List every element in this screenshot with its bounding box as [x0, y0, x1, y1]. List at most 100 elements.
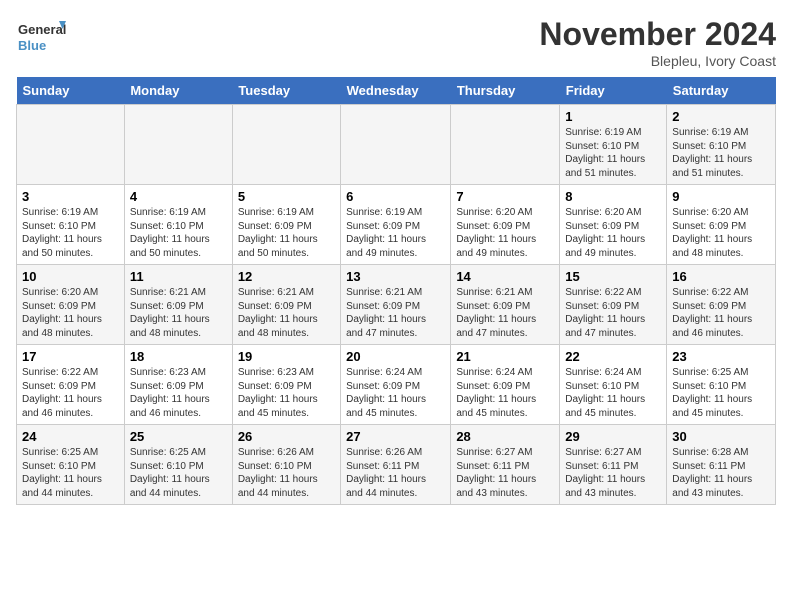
- calendar-cell: 19Sunrise: 6:23 AMSunset: 6:09 PMDayligh…: [232, 345, 340, 425]
- calendar-cell: 24 Sunrise: 6:25 AMSunset: 6:10 PMDayligh…: [17, 425, 125, 505]
- day-info: Sunrise: 6:21 AMSunset: 6:09 PMDaylight:…: [346, 286, 445, 340]
- page-subtitle: Blepleu, Ivory Coast: [539, 53, 776, 69]
- day-number: 7: [456, 189, 554, 204]
- day-number: 23: [672, 349, 770, 364]
- calendar-cell: 25 Sunrise: 6:25 AMSunset: 6:10 PMDayligh…: [124, 425, 232, 505]
- calendar-cell: [232, 105, 340, 185]
- calendar-cell: [341, 105, 451, 185]
- day-info: Sunrise: 6:19 AMSunset: 6:09 PMDaylight:…: [238, 206, 335, 260]
- day-number: 22: [565, 349, 661, 364]
- day-info: Sunrise: 6:20 AMSunset: 6:09 PMDaylight:…: [672, 206, 770, 260]
- day-info: Sunrise: 6:23 AMSunset: 6:09 PMDaylight:…: [130, 366, 227, 420]
- day-number: 29: [565, 429, 661, 444]
- header: General Blue November 2024 Blepleu, Ivor…: [16, 16, 776, 69]
- logo-svg: General Blue: [16, 16, 66, 61]
- day-number: 11: [130, 269, 227, 284]
- calendar-week-4: 17Sunrise: 6:22 AMSunset: 6:09 PMDayligh…: [17, 345, 776, 425]
- calendar-cell: 6Sunrise: 6:19 AMSunset: 6:09 PMDaylight…: [341, 185, 451, 265]
- day-number: 26: [238, 429, 335, 444]
- calendar-cell: 1 Sunrise: 6:19 AMSunset: 6:10 PMDaylight…: [560, 105, 667, 185]
- calendar-week-5: 24 Sunrise: 6:25 AMSunset: 6:10 PMDayligh…: [17, 425, 776, 505]
- day-info: Sunrise: 6:27 AMSunset: 6:11 PMDaylight:…: [456, 446, 554, 500]
- day-number: 21: [456, 349, 554, 364]
- header-saturday: Saturday: [667, 77, 776, 105]
- calendar-cell: 4 Sunrise: 6:19 AMSunset: 6:10 PMDaylight…: [124, 185, 232, 265]
- calendar-cell: 2 Sunrise: 6:19 AMSunset: 6:10 PMDaylight…: [667, 105, 776, 185]
- calendar-cell: 11 Sunrise: 6:21 AMSunset: 6:09 PMDayligh…: [124, 265, 232, 345]
- calendar-header-row: SundayMondayTuesdayWednesdayThursdayFrid…: [17, 77, 776, 105]
- day-number: 3: [22, 189, 119, 204]
- day-info: Sunrise: 6:24 AMSunset: 6:10 PMDaylight:…: [565, 366, 661, 420]
- day-info: Sunrise: 6:19 AMSunset: 6:10 PMDaylight:…: [130, 206, 227, 260]
- day-info: Sunrise: 6:20 AMSunset: 6:09 PMDaylight:…: [565, 206, 661, 260]
- day-info: Sunrise: 6:22 AMSunset: 6:09 PMDaylight:…: [672, 286, 770, 340]
- day-number: 14: [456, 269, 554, 284]
- day-info: Sunrise: 6:23 AMSunset: 6:09 PMDaylight:…: [238, 366, 335, 420]
- calendar-cell: 3 Sunrise: 6:19 AMSunset: 6:10 PMDaylight…: [17, 185, 125, 265]
- day-info: Sunrise: 6:22 AMSunset: 6:09 PMDaylight:…: [565, 286, 661, 340]
- day-number: 13: [346, 269, 445, 284]
- page-title: November 2024: [539, 16, 776, 53]
- day-number: 4: [130, 189, 227, 204]
- calendar-cell: 10 Sunrise: 6:20 AMSunset: 6:09 PMDayligh…: [17, 265, 125, 345]
- day-info: Sunrise: 6:20 AMSunset: 6:09 PMDaylight:…: [22, 286, 119, 340]
- day-number: 20: [346, 349, 445, 364]
- calendar-cell: 22 Sunrise: 6:24 AMSunset: 6:10 PMDayligh…: [560, 345, 667, 425]
- day-info: Sunrise: 6:19 AMSunset: 6:10 PMDaylight:…: [672, 126, 770, 180]
- calendar-cell: 28Sunrise: 6:27 AMSunset: 6:11 PMDayligh…: [451, 425, 560, 505]
- svg-text:Blue: Blue: [18, 38, 46, 53]
- day-number: 15: [565, 269, 661, 284]
- header-sunday: Sunday: [17, 77, 125, 105]
- day-info: Sunrise: 6:26 AMSunset: 6:10 PMDaylight:…: [238, 446, 335, 500]
- day-info: Sunrise: 6:25 AMSunset: 6:10 PMDaylight:…: [672, 366, 770, 420]
- day-info: Sunrise: 6:19 AMSunset: 6:10 PMDaylight:…: [565, 126, 661, 180]
- calendar-cell: 26 Sunrise: 6:26 AMSunset: 6:10 PMDayligh…: [232, 425, 340, 505]
- day-number: 25: [130, 429, 227, 444]
- day-info: Sunrise: 6:25 AMSunset: 6:10 PMDaylight:…: [130, 446, 227, 500]
- day-info: Sunrise: 6:19 AMSunset: 6:10 PMDaylight:…: [22, 206, 119, 260]
- svg-text:General: General: [18, 22, 66, 37]
- calendar-cell: 18 Sunrise: 6:23 AMSunset: 6:09 PMDayligh…: [124, 345, 232, 425]
- day-number: 18: [130, 349, 227, 364]
- calendar-cell: 13 Sunrise: 6:21 AMSunset: 6:09 PMDayligh…: [341, 265, 451, 345]
- header-friday: Friday: [560, 77, 667, 105]
- day-number: 5: [238, 189, 335, 204]
- calendar-cell: 9Sunrise: 6:20 AMSunset: 6:09 PMDaylight…: [667, 185, 776, 265]
- day-info: Sunrise: 6:19 AMSunset: 6:09 PMDaylight:…: [346, 206, 445, 260]
- calendar-week-2: 3 Sunrise: 6:19 AMSunset: 6:10 PMDaylight…: [17, 185, 776, 265]
- logo: General Blue: [16, 16, 66, 61]
- calendar-cell: 20 Sunrise: 6:24 AMSunset: 6:09 PMDayligh…: [341, 345, 451, 425]
- calendar-cell: 29 Sunrise: 6:27 AMSunset: 6:11 PMDayligh…: [560, 425, 667, 505]
- title-block: November 2024 Blepleu, Ivory Coast: [539, 16, 776, 69]
- day-info: Sunrise: 6:24 AMSunset: 6:09 PMDaylight:…: [456, 366, 554, 420]
- day-number: 16: [672, 269, 770, 284]
- calendar-cell: 14 Sunrise: 6:21 AMSunset: 6:09 PMDayligh…: [451, 265, 560, 345]
- day-number: 10: [22, 269, 119, 284]
- day-number: 24: [22, 429, 119, 444]
- day-number: 30: [672, 429, 770, 444]
- calendar-cell: [451, 105, 560, 185]
- calendar-table: SundayMondayTuesdayWednesdayThursdayFrid…: [16, 77, 776, 505]
- day-number: 2: [672, 109, 770, 124]
- calendar-cell: 8Sunrise: 6:20 AMSunset: 6:09 PMDaylight…: [560, 185, 667, 265]
- calendar-cell: 5 Sunrise: 6:19 AMSunset: 6:09 PMDaylight…: [232, 185, 340, 265]
- calendar-week-1: 1 Sunrise: 6:19 AMSunset: 6:10 PMDaylight…: [17, 105, 776, 185]
- header-tuesday: Tuesday: [232, 77, 340, 105]
- day-info: Sunrise: 6:25 AMSunset: 6:10 PMDaylight:…: [22, 446, 119, 500]
- calendar-cell: 23 Sunrise: 6:25 AMSunset: 6:10 PMDayligh…: [667, 345, 776, 425]
- day-info: Sunrise: 6:24 AMSunset: 6:09 PMDaylight:…: [346, 366, 445, 420]
- day-info: Sunrise: 6:26 AMSunset: 6:11 PMDaylight:…: [346, 446, 445, 500]
- day-info: Sunrise: 6:21 AMSunset: 6:09 PMDaylight:…: [238, 286, 335, 340]
- day-info: Sunrise: 6:20 AMSunset: 6:09 PMDaylight:…: [456, 206, 554, 260]
- day-info: Sunrise: 6:27 AMSunset: 6:11 PMDaylight:…: [565, 446, 661, 500]
- calendar-cell: 21 Sunrise: 6:24 AMSunset: 6:09 PMDayligh…: [451, 345, 560, 425]
- calendar-cell: [17, 105, 125, 185]
- day-info: Sunrise: 6:21 AMSunset: 6:09 PMDaylight:…: [456, 286, 554, 340]
- day-number: 27: [346, 429, 445, 444]
- day-number: 17: [22, 349, 119, 364]
- calendar-week-3: 10 Sunrise: 6:20 AMSunset: 6:09 PMDayligh…: [17, 265, 776, 345]
- day-number: 1: [565, 109, 661, 124]
- day-info: Sunrise: 6:21 AMSunset: 6:09 PMDaylight:…: [130, 286, 227, 340]
- calendar-cell: 12Sunrise: 6:21 AMSunset: 6:09 PMDayligh…: [232, 265, 340, 345]
- header-wednesday: Wednesday: [341, 77, 451, 105]
